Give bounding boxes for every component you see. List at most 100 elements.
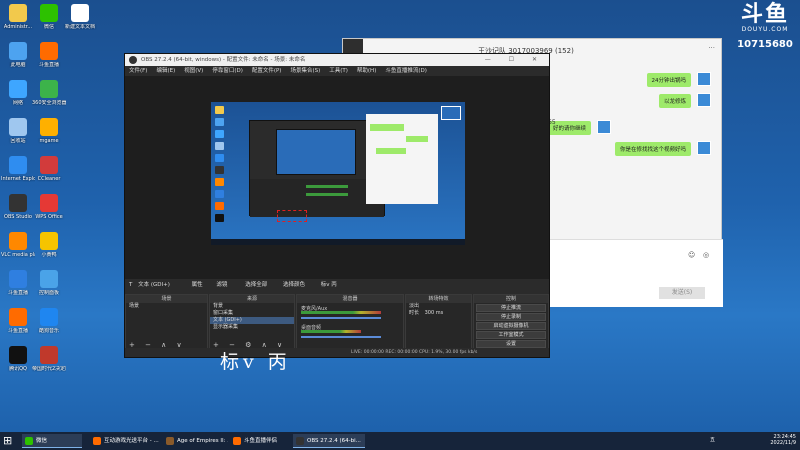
video-call-icon[interactable]: ◎ xyxy=(703,251,709,259)
menu-item[interactable]: 场景集合(S) xyxy=(290,68,320,74)
desktop-icon-label: 新建文本文档 xyxy=(64,24,95,30)
select-color-button[interactable]: 选择颜色 xyxy=(283,282,305,288)
duration-label: 时长 xyxy=(409,310,420,316)
desktop-icon[interactable]: 斗鱼直播 xyxy=(1,308,35,334)
more-icon[interactable]: ··· xyxy=(708,44,715,52)
avatar[interactable] xyxy=(597,120,611,134)
desktop-icon-label: 斗鱼直播 xyxy=(7,328,28,334)
source-selection-box[interactable] xyxy=(277,210,307,222)
desktop-icon[interactable]: mgame xyxy=(32,118,66,144)
avatar[interactable] xyxy=(697,141,711,155)
transition-type-select[interactable]: 淡出 xyxy=(406,303,471,310)
app-icon xyxy=(9,156,27,174)
taskbar-item-label: 微信 xyxy=(36,438,48,444)
desktop-icon[interactable]: Internet Explorer xyxy=(1,156,35,182)
menu-item[interactable]: 视图(V) xyxy=(184,68,203,74)
send-button[interactable]: 发送(S) xyxy=(659,287,705,299)
volume-fader[interactable] xyxy=(301,317,381,319)
source-item[interactable]: 显示器采集 xyxy=(210,324,294,331)
properties-button[interactable]: 属性 xyxy=(192,282,203,288)
transitions-dock[interactable]: 转场特效 淡出 时长 300 ms xyxy=(405,294,472,352)
menu-item[interactable]: 帮助(H) xyxy=(357,68,376,74)
avatar[interactable] xyxy=(697,93,711,107)
desktop-icon[interactable]: 此电脑 xyxy=(1,42,35,68)
text-preview: 标v 丙 xyxy=(320,282,337,288)
menu-item[interactable]: 斗鱼直播推流(D) xyxy=(385,68,427,74)
chat-input-area[interactable]: 发送(S) xyxy=(543,239,723,307)
obs-title: OBS 27.2.4 (64-bit, windows) - 配置文件: 未命名… xyxy=(141,57,306,63)
app-icon xyxy=(9,308,27,326)
source-item-selected[interactable]: 文本 (GDI+) xyxy=(210,317,294,324)
duration-value[interactable]: 300 ms xyxy=(425,310,444,316)
volume-fader[interactable] xyxy=(301,336,381,338)
taskbar-item[interactable]: 斗鱼直播伴侣 xyxy=(230,434,290,448)
sources-dock[interactable]: 来源 背景 窗口采集 文本 (GDI+) 显示器采集 + − ⚙ ∧ ∨ xyxy=(209,294,295,352)
desktop-icon[interactable]: 360安全浏览器 xyxy=(32,80,66,106)
scenes-dock[interactable]: 场景 场景 + − ∧ ∨ xyxy=(125,294,208,352)
transition-duration-row[interactable]: 时长 300 ms xyxy=(406,310,471,317)
menu-item[interactable]: 工具(T) xyxy=(329,68,348,74)
desktop-icon[interactable]: WPS Office xyxy=(32,194,66,220)
virtual-camera-button[interactable]: 启动虚拟摄像机 xyxy=(476,322,546,330)
app-icon xyxy=(40,80,58,98)
taskbar-item[interactable]: 微信 xyxy=(22,434,82,448)
system-tray[interactable]: 五 23:24:45 2022/11/9 xyxy=(706,433,796,449)
desktop-icon[interactable]: 帝国时代2决定版 xyxy=(32,346,66,372)
desktop-icon[interactable]: 控制面板 xyxy=(32,270,66,296)
desktop-icon-label: 回收站 xyxy=(10,138,26,144)
desktop-icon[interactable]: 网络 xyxy=(1,80,35,106)
taskbar-item-label: Age of Empires II: ... xyxy=(177,438,228,444)
menu-item[interactable]: 配置文件(P) xyxy=(252,68,282,74)
ime-indicator[interactable]: 五 xyxy=(710,436,715,443)
window-controls[interactable]: — ☐ ✕ xyxy=(485,54,545,66)
desktop-icon-label: 斗鱼直播 xyxy=(7,290,28,296)
desktop-icon[interactable]: Administr... xyxy=(1,4,35,30)
app-icon xyxy=(71,4,89,22)
preview-icon xyxy=(215,166,224,174)
nested-docks xyxy=(250,179,384,217)
select-all-button[interactable]: 选择全部 xyxy=(245,282,267,288)
desktop-icon[interactable]: OBS Studio xyxy=(1,194,35,220)
avatar[interactable] xyxy=(697,72,711,86)
source-item[interactable]: 窗口采集 xyxy=(210,310,294,317)
menu-item[interactable]: 文件(F) xyxy=(129,68,147,74)
source-item[interactable]: 背景 xyxy=(210,303,294,310)
obs-window[interactable]: OBS 27.2.4 (64-bit, windows) - 配置文件: 未命名… xyxy=(124,53,550,358)
desktop-icon[interactable]: VLC media player xyxy=(1,232,35,258)
app-icon xyxy=(9,270,27,288)
desktop-icon[interactable]: 微信 xyxy=(32,4,66,30)
desktop-icon[interactable]: 新建文本文档 xyxy=(63,4,97,30)
preview-canvas[interactable] xyxy=(211,102,465,245)
settings-button[interactable]: 设置 xyxy=(476,340,546,348)
scene-item[interactable]: 场景 xyxy=(126,303,207,310)
stop-streaming-button[interactable]: 停止推流 xyxy=(476,304,546,312)
menu-item[interactable]: 编辑(E) xyxy=(156,68,175,74)
preview-area[interactable] xyxy=(125,76,549,279)
preview-icon xyxy=(215,130,224,138)
desktop-icon-label: Administr... xyxy=(3,24,33,30)
desktop-icon[interactable]: 小黄鸭 xyxy=(32,232,66,258)
studio-mode-button[interactable]: 工作室模式 xyxy=(476,331,546,339)
filters-button[interactable]: 滤镜 xyxy=(216,282,227,288)
taskbar-item[interactable]: 互动游戏光送平台 - ... xyxy=(90,434,160,448)
clock[interactable]: 23:24:45 2022/11/9 xyxy=(770,434,796,446)
desktop-icon[interactable]: 斗鱼直播 xyxy=(32,42,66,68)
taskbar-app-icon xyxy=(233,437,241,445)
stop-recording-button[interactable]: 停止录制 xyxy=(476,313,546,321)
controls-dock[interactable]: 控制 停止推流 停止录制 启动虚拟摄像机 工作室模式 设置 退出 xyxy=(473,294,549,357)
desktop-icon-label: WPS Office xyxy=(35,214,63,220)
app-icon xyxy=(9,4,27,22)
desktop-icon[interactable]: CCleaner xyxy=(32,156,66,182)
taskbar-item[interactable]: Age of Empires II: ... xyxy=(163,434,228,448)
taskbar-item-label: 斗鱼直播伴侣 xyxy=(244,438,278,444)
mixer-dock[interactable]: 混音器 麦克风/Aux 桌面音频 xyxy=(296,294,404,352)
start-button-icon[interactable]: ⊞ xyxy=(3,435,15,447)
emoji-icon[interactable]: ☺ xyxy=(688,251,695,259)
desktop-icon[interactable]: 斗鱼直播 xyxy=(1,270,35,296)
taskbar-item[interactable]: OBS 27.2.4 (64-bi... xyxy=(293,434,365,448)
desktop-icon[interactable]: 腾讯QQ xyxy=(1,346,35,372)
desktop-icon[interactable]: 回收站 xyxy=(1,118,35,144)
desktop-icon[interactable]: 酷狗音乐 xyxy=(32,308,66,334)
chat-message: 你是在修找找这个视频好吗 xyxy=(614,142,691,156)
menu-item[interactable]: 停靠窗口(D) xyxy=(212,68,243,74)
